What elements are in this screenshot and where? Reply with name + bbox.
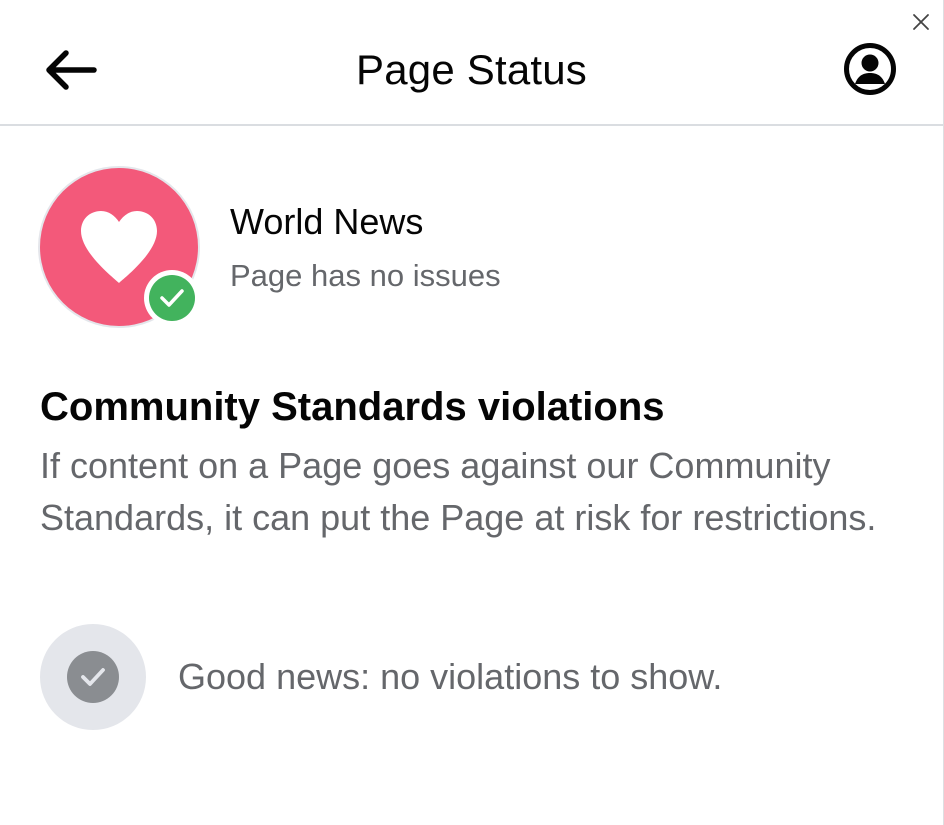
- checkmark-circle-icon: [40, 624, 146, 730]
- user-circle-icon: [844, 43, 896, 95]
- profile-button[interactable]: [841, 40, 899, 98]
- page-status-text: Page has no issues: [230, 258, 501, 293]
- no-violations-message: Good news: no violations to show.: [178, 656, 723, 697]
- page-info: World News Page has no issues: [40, 168, 903, 328]
- page-name[interactable]: World News: [230, 200, 423, 244]
- no-violations-notice: Good news: no violations to show.: [40, 624, 903, 730]
- section-title: Community Standards violations: [40, 385, 665, 429]
- page-status-screen: Page Status World News Page has no issue…: [0, 0, 944, 825]
- page-title: Page Status: [355, 46, 588, 93]
- status-badge: [144, 270, 200, 326]
- header-bar: Page Status: [0, 0, 943, 126]
- heart-icon: [81, 211, 157, 283]
- section-description: If content on a Page goes against our Co…: [40, 445, 877, 538]
- checkmark-icon: [160, 289, 184, 307]
